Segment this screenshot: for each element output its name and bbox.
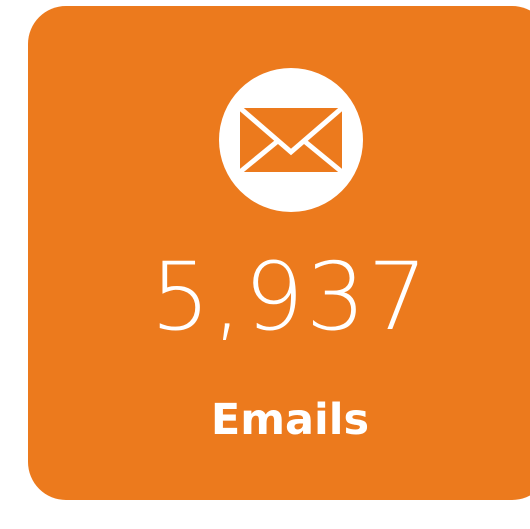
envelope-icon	[219, 68, 363, 212]
email-count: 5,937	[150, 243, 430, 352]
email-label: Emails	[210, 395, 370, 445]
